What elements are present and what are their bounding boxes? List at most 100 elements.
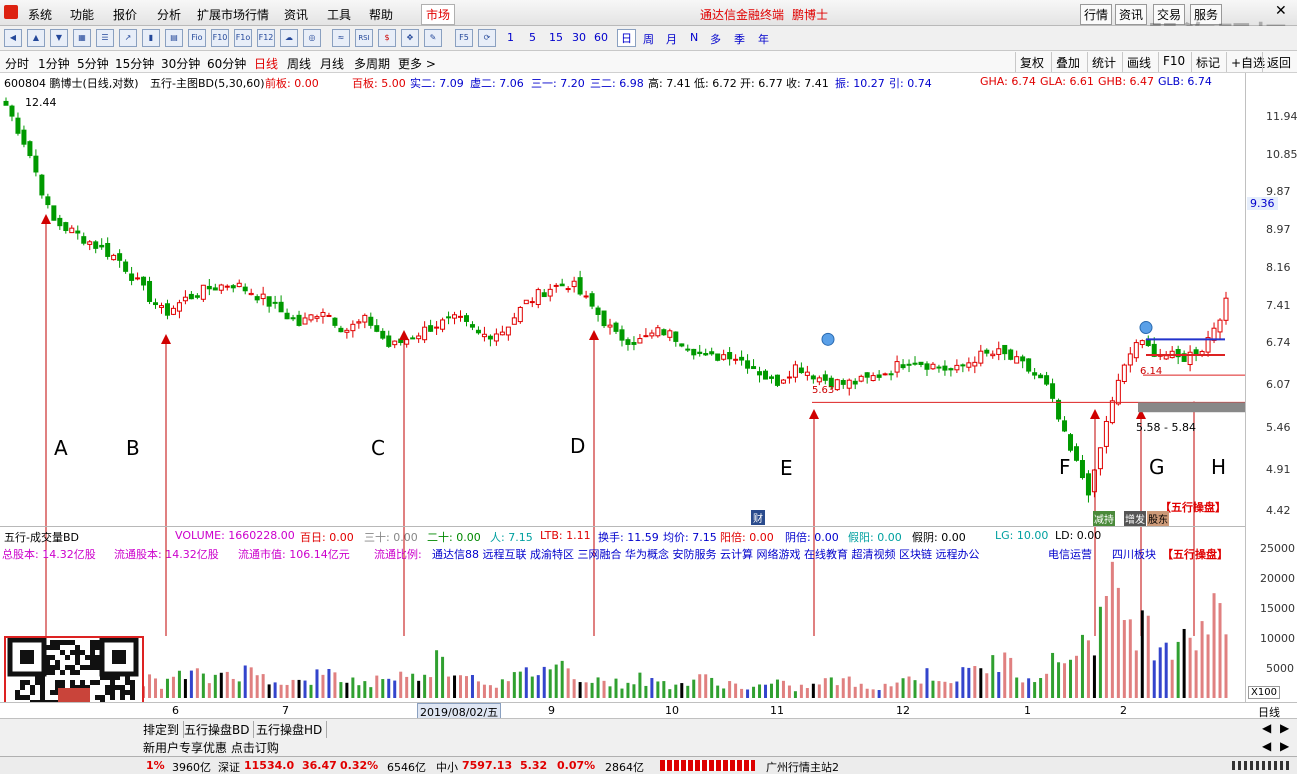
annotation-b: B (126, 436, 140, 460)
candle-body (757, 371, 763, 376)
candle-icon[interactable]: ▮ (142, 29, 160, 47)
menu-function[interactable]: 功能 (70, 6, 94, 23)
move-icon[interactable]: ✥ (401, 29, 419, 47)
return-button[interactable]: 返回 (1262, 52, 1295, 72)
menu-info[interactable]: 资讯 (284, 6, 308, 23)
period-n-button[interactable]: N (690, 31, 698, 44)
menu-quote[interactable]: 报价 (113, 6, 137, 23)
down-arrow-icon[interactable]: ▼ (50, 29, 68, 47)
date-tick: 9 (548, 704, 555, 717)
candle-body (458, 315, 464, 318)
volume-bar (638, 672, 642, 698)
market-tab[interactable]: 市场 (421, 4, 456, 25)
cloud-icon[interactable]: ☁ (280, 29, 298, 47)
draw-button[interactable]: 画线 (1122, 52, 1155, 72)
candle-body (547, 288, 553, 297)
volume-bar (1152, 660, 1156, 698)
menu-help[interactable]: 帮助 (369, 6, 393, 23)
stats-button[interactable]: 统计 (1087, 52, 1120, 72)
refresh-icon[interactable]: ⟳ (478, 29, 496, 47)
indicator-name[interactable]: 五行-主图BD(5,30,60) (150, 75, 265, 91)
table-icon[interactable]: ▤ (165, 29, 183, 47)
period-tab-week[interactable]: 周线 (287, 55, 311, 72)
tab-sort[interactable]: 排定到 (143, 721, 185, 738)
overlay-button[interactable]: 叠加 (1051, 52, 1084, 72)
period-year-button[interactable]: 年 (758, 31, 769, 47)
period-60-button[interactable]: 60 (594, 31, 608, 44)
tab-wuxing-hd[interactable]: 五行操盘HD (256, 721, 328, 738)
scroll-right-icon[interactable]: ▶ (1280, 721, 1289, 735)
up-arrow-icon[interactable]: ▲ (27, 29, 45, 47)
pencil-icon[interactable]: ✎ (424, 29, 442, 47)
period-month-button[interactable]: 月 (666, 31, 677, 47)
volume-bar (883, 683, 887, 698)
tab-wuxing-bd[interactable]: 五行操盘BD (184, 721, 255, 738)
rsi-icon[interactable]: RSI (355, 29, 373, 47)
mark-button[interactable]: 标记 (1191, 52, 1224, 72)
f12-button[interactable]: F12 (257, 29, 275, 47)
promo-link[interactable]: 新用户专享优惠 点击订购 (143, 739, 279, 756)
period-tab-more[interactable]: 更多 > (398, 55, 436, 72)
period-15-button[interactable]: 15 (549, 31, 563, 44)
event-marker-icon[interactable] (1139, 321, 1153, 335)
f10-button[interactable]: F10 (211, 29, 229, 47)
candle-body (422, 326, 428, 341)
period-week-button[interactable]: 周 (643, 31, 654, 47)
candle-body (1079, 460, 1085, 479)
period-tab-day[interactable]: 日线 (254, 55, 278, 72)
period-tab-multi[interactable]: 多周期 (354, 55, 390, 72)
menu-analysis[interactable]: 分析 (157, 6, 181, 23)
line-chart-icon[interactable]: ↗ (119, 29, 137, 47)
wave-icon[interactable]: ≈ (332, 29, 350, 47)
candle-body (1097, 447, 1103, 470)
scroll-right-icon[interactable]: ▶ (1280, 739, 1289, 753)
candle-body (1050, 383, 1056, 399)
f10-period-button[interactable]: F10 (1158, 52, 1189, 72)
candle-body (21, 129, 27, 145)
quote-button[interactable]: 行情 (1080, 4, 1113, 25)
period-tab-month[interactable]: 月线 (320, 55, 344, 72)
grid-icon[interactable]: ▦ (73, 29, 91, 47)
period-tab-5min[interactable]: 5分钟 (77, 55, 109, 72)
volume-indicator-name[interactable]: 五行-成交量BD (4, 529, 79, 545)
candle-body (463, 315, 469, 322)
concepts-list[interactable]: 通达信88 远程互联 成渝特区 三网融合 华为概念 安防服务 云计算 网络游戏 … (432, 546, 979, 562)
period-tab-30min[interactable]: 30分钟 (161, 55, 200, 72)
period-30-button[interactable]: 30 (572, 31, 586, 44)
f5-button[interactable]: F5 (455, 29, 473, 47)
period-tab-15min[interactable]: 15分钟 (115, 55, 154, 72)
candle-body (517, 306, 523, 323)
period-day-button[interactable]: 日 (617, 29, 636, 47)
scroll-left-icon[interactable]: ◀ (1262, 739, 1271, 753)
volume-bar (1218, 603, 1222, 698)
candle-body (888, 373, 894, 376)
f1o-button[interactable]: F1o (234, 29, 252, 47)
volume-bar (1057, 662, 1061, 698)
event-marker-icon[interactable] (821, 332, 835, 346)
back-arrow-icon[interactable]: ◀ (4, 29, 22, 47)
candle-body (147, 280, 153, 302)
period-multi-button[interactable]: 多 (710, 31, 721, 47)
list-icon[interactable]: ☰ (96, 29, 114, 47)
search-icon[interactable]: ◎ (303, 29, 321, 47)
candle-body (218, 284, 224, 291)
menu-tools[interactable]: 工具 (327, 6, 351, 23)
fuquan-button[interactable]: 复权 (1015, 52, 1048, 72)
fio-button[interactable]: Fio (188, 29, 206, 47)
kline-chart[interactable] (0, 91, 1245, 702)
period-tab-60min[interactable]: 60分钟 (207, 55, 246, 72)
scroll-left-icon[interactable]: ◀ (1262, 721, 1271, 735)
volume-bar (1110, 561, 1114, 698)
dollar-icon[interactable]: $ (378, 29, 396, 47)
period-1-button[interactable]: 1 (507, 31, 514, 44)
period-quarter-button[interactable]: 季 (734, 31, 745, 47)
period-5-button[interactable]: 5 (529, 31, 536, 44)
volume-bar (985, 673, 989, 698)
menu-extended-market[interactable]: 扩展市场行情 (197, 6, 269, 23)
info-button[interactable]: 资讯 (1115, 4, 1148, 25)
sector-label[interactable]: 四川板块 (1112, 546, 1156, 562)
industry-label[interactable]: 电信运营 (1048, 546, 1092, 562)
menu-system[interactable]: 系统 (28, 6, 52, 23)
period-tab-1min[interactable]: 1分钟 (38, 55, 70, 72)
period-tab-fenshi[interactable]: 分时 (5, 55, 29, 72)
